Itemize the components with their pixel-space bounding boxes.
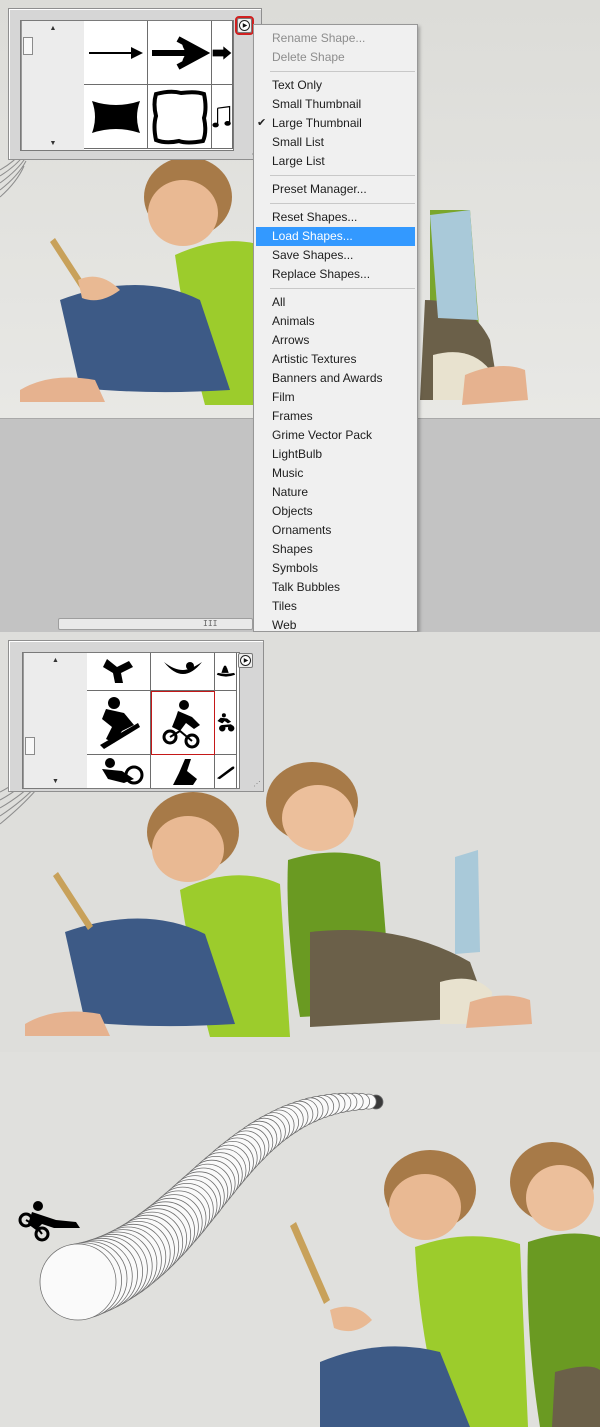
shape-cell-rough-frame[interactable] [148,85,212,149]
menu-item-library-all[interactable]: All [254,293,417,312]
shape-cell-skydiver[interactable] [87,653,151,691]
menu-item-library-web[interactable]: Web [254,616,417,631]
menu-item-small-thumbnail[interactable]: Small Thumbnail [254,95,417,114]
shape-cell-snowboard[interactable] [215,653,237,691]
shape-cell-banner[interactable] [84,85,148,149]
menu-item-preset-manager[interactable]: Preset Manager... [254,180,417,199]
menu-item-rename-shape[interactable]: Rename Shape... [254,29,417,48]
play-circle-icon: ▶ [240,655,251,666]
shape-cell-board[interactable] [215,755,237,788]
menu-separator [270,175,415,176]
menu-item-library-film[interactable]: Film [254,388,417,407]
shape-grid: ▲ ▼ [22,652,240,789]
shape-grid: ▲ ▼ [20,20,234,151]
scroll-up-arrow-icon[interactable]: ▲ [22,23,84,35]
menu-item-library-animals[interactable]: Animals [254,312,417,331]
play-circle-icon: ▶ [239,20,250,31]
shape-cell-dirtbike-rider[interactable] [215,691,237,755]
menu-item-library-frames[interactable]: Frames [254,407,417,426]
screenshot-shape-selected: ▲ ▼ ⋰ ▶ [0,632,600,1052]
block-arrow-icon [212,45,232,60]
snowboard-icon [216,665,236,677]
shape-cell-jumper[interactable] [151,755,215,788]
scroll-thumb[interactable] [25,737,35,755]
scroll-up-arrow-icon[interactable]: ▲ [24,655,87,667]
menu-item-library-banners-awards[interactable]: Banners and Awards [254,369,417,388]
panel-menu-button[interactable]: ▶ [235,16,254,35]
menu-item-library-symbols[interactable]: Symbols [254,559,417,578]
custom-shape-picker: ▲ ▼ ⋰ [8,640,264,792]
menu-item-load-shapes[interactable]: Load Shapes... [256,227,415,246]
menu-separator [270,288,415,289]
music-note-icon [212,105,231,127]
thin-arrow-icon [88,46,143,59]
dirtbike-rider-icon [217,712,235,731]
menu-item-replace-shapes[interactable]: Replace Shapes... [254,265,417,284]
menu-item-library-talk-bubbles[interactable]: Talk Bubbles [254,578,417,597]
panel-flyout-menu: Rename Shape... Delete Shape Text Only S… [253,24,418,632]
shape-cell-snowboarder[interactable] [87,691,151,755]
panel-menu-button[interactable]: ▶ [238,653,253,668]
picker-vertical-scrollbar[interactable]: ▲ ▼ [21,21,84,150]
menu-item-library-artistic-textures[interactable]: Artistic Textures [254,350,417,369]
jumper-icon [172,759,197,785]
menu-item-library-grime-vector-pack[interactable]: Grime Vector Pack [254,426,417,445]
picker-vertical-scrollbar[interactable]: ▲ ▼ [23,653,87,788]
scroll-down-arrow-icon[interactable]: ▼ [24,776,87,788]
menu-item-library-tiles[interactable]: Tiles [254,597,417,616]
biker-icon [101,758,143,785]
menu-item-library-shapes[interactable]: Shapes [254,540,417,559]
canvas-photo [0,1052,600,1427]
menu-item-label: Large Thumbnail [272,116,362,130]
shape-cell-music-note[interactable] [212,85,233,149]
menu-item-text-only[interactable]: Text Only [254,76,417,95]
shape-cell-thin-arrow[interactable] [84,21,148,85]
scrollbar-grip[interactable]: III [203,620,217,628]
bmx-rider-icon [162,699,200,748]
menu-item-large-thumbnail[interactable]: ✔ Large Thumbnail [254,114,417,133]
scroll-thumb[interactable] [23,37,33,55]
shape-cell-bmx-rider[interactable] [151,691,215,755]
shape-cell-block-arrow[interactable] [212,21,233,85]
shape-cell-biker[interactable] [87,755,151,788]
menu-item-library-objects[interactable]: Objects [254,502,417,521]
bold-arrow-icon [151,35,210,70]
menu-item-library-lightbulb[interactable]: LightBulb [254,445,417,464]
shape-cell-bold-arrow[interactable] [148,21,212,85]
board-icon [216,766,235,780]
screenshot-shape-stamped [0,1052,600,1427]
menu-item-library-nature[interactable]: Nature [254,483,417,502]
custom-shape-picker: ▲ ▼ ⋰ [8,8,262,160]
checkmark-icon: ✔ [257,117,267,129]
menu-item-small-list[interactable]: Small List [254,133,417,152]
menu-item-library-music[interactable]: Music [254,464,417,483]
snowboarder-icon [99,696,140,749]
skateboarder-icon [163,661,202,674]
menu-item-save-shapes[interactable]: Save Shapes... [254,246,417,265]
menu-item-delete-shape[interactable]: Delete Shape [254,48,417,67]
rough-frame-icon [152,89,207,144]
skydiver-icon [102,658,133,683]
menu-item-library-arrows[interactable]: Arrows [254,331,417,350]
menu-item-large-list[interactable]: Large List [254,152,417,171]
resize-grip-icon[interactable]: ⋰ [252,780,262,790]
scroll-down-arrow-icon[interactable]: ▼ [22,138,84,150]
menu-separator [270,203,415,204]
screenshot-panel-menu: III ▲ ▼ ▶ Rename Shape... Delete Shape T… [0,0,600,632]
menu-separator [270,71,415,72]
shape-cell-skateboarder[interactable] [151,653,215,691]
banner-shape-icon [91,100,140,133]
horizontal-scrollbar[interactable]: III [58,618,253,630]
menu-item-library-ornaments[interactable]: Ornaments [254,521,417,540]
menu-item-reset-shapes[interactable]: Reset Shapes... [254,208,417,227]
